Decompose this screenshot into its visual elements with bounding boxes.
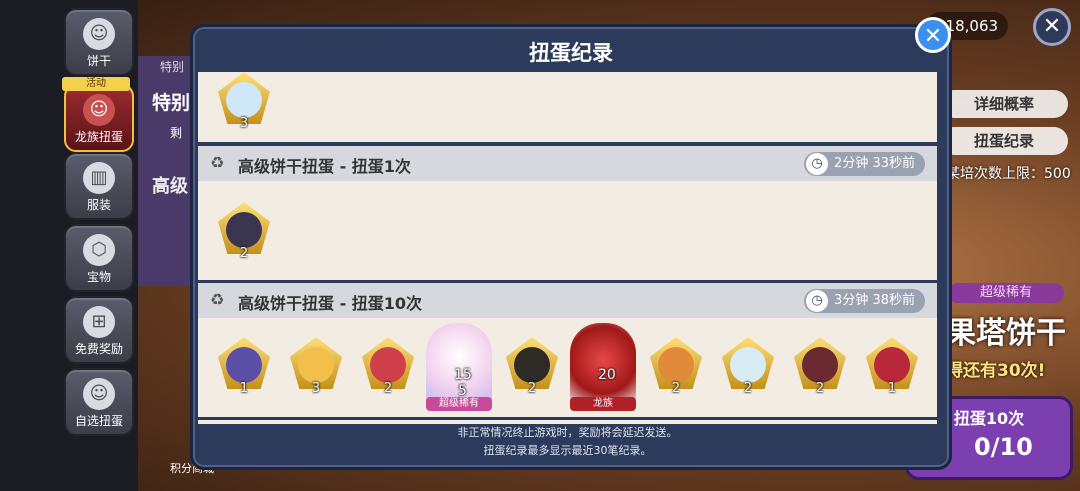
time-text: 2分钟 33秒前 [834, 156, 915, 171]
gift-icon: ⊞ [83, 306, 115, 338]
modal-title: 扭蛋纪录 [529, 41, 613, 65]
cookie-count: 2 [815, 381, 825, 396]
cookie-count: 2 [239, 246, 249, 261]
cookie-face [874, 347, 910, 383]
cookie-count: 20 [598, 367, 616, 383]
clock-icon: ◷ [806, 153, 829, 175]
cookie-item: 1 [866, 337, 918, 396]
record-card: 3 [198, 72, 937, 142]
record-header: ♻ 高级饼干扭蛋 - 扭蛋10次 ◷ 3分钟 38秒前 [198, 283, 937, 318]
super-rare-cookie-item: 15 5 超级稀有 [426, 323, 492, 411]
nav-cookie[interactable]: ☺ 饼干 [64, 8, 134, 76]
side-text-4: 高级 [152, 176, 188, 197]
time-badge: ◷ 2分钟 33秒前 [804, 152, 925, 176]
record-title: 高级饼干扭蛋 - 扭蛋1次 [238, 157, 411, 176]
cookie-count: 2 [383, 381, 393, 396]
cookie-item: 2 [362, 337, 414, 396]
time-badge: ◷ 3分钟 38秒前 [804, 289, 925, 313]
cookie-item: 2 [794, 337, 846, 396]
rarity-badge: 龙族 [570, 397, 636, 411]
cookie-count: 2 [671, 381, 681, 396]
cookie-face [658, 347, 694, 383]
cookie-face-icon: ☺ [83, 18, 115, 50]
side-text-2: 特别 [152, 92, 191, 114]
gacha-icon: ♻ [210, 153, 225, 172]
cookie-count: 1 [887, 381, 897, 396]
cookie-face-icon: ☺ [83, 378, 115, 410]
dragon-icon: ☺ [83, 94, 115, 126]
cookie-face [298, 347, 334, 383]
rarity-badge: 超级稀有 [426, 397, 492, 411]
cookie-item: 3 [290, 337, 342, 396]
shirt-icon: ▥ [83, 162, 115, 194]
footer-note-1: 非正常情况终止游戏时，奖励将会延迟发送。 [457, 426, 678, 439]
cookie-face [370, 347, 406, 383]
record-header: ♻ 高级饼干扭蛋 - 扭蛋1次 ◷ 2分钟 33秒前 [198, 146, 937, 181]
cookie-art [570, 323, 636, 405]
record-title: 高级饼干扭蛋 - 扭蛋10次 [238, 294, 423, 313]
cookie-face [730, 347, 766, 383]
gacha-record-button[interactable]: 扭蛋纪录 [940, 127, 1068, 155]
cookie-face [226, 82, 262, 118]
hexagon-icon: ⬡ [83, 234, 115, 266]
gacha-10-count: 0/10 [974, 433, 1033, 461]
nav-dragon-gacha[interactable]: ☺ 龙族扭蛋 [64, 84, 134, 152]
record-card: ♻ 高级饼干扭蛋 - 扭蛋10次 ◷ 3分钟 38秒前 1 3 2 15 5 超… [198, 283, 937, 417]
cookie-count: 2 [743, 381, 753, 396]
cookie-item: 2 [650, 337, 702, 396]
nav-treasure[interactable]: ⬡ 宝物 [64, 224, 134, 292]
modal-footer: 非正常情况终止游戏时，奖励将会延迟发送。 扭蛋纪录最多显示最近30笔纪录。 [198, 424, 937, 464]
cookie-face [226, 212, 262, 248]
cookie-face [802, 347, 838, 383]
record-list[interactable]: 3 ♻ 高级饼干扭蛋 - 扭蛋1次 ◷ 2分钟 33秒前 2 ♻ 高级饼干扭蛋 … [198, 72, 937, 424]
footer-note-2: 扭蛋纪录最多显示最近30笔纪录。 [483, 444, 652, 457]
time-text: 3分钟 38秒前 [834, 293, 915, 308]
cookie-item: 1 [218, 337, 270, 396]
modal-close-button[interactable]: ✕ [915, 17, 951, 53]
cookie-count: 1 [239, 381, 249, 396]
clock-icon: ◷ [806, 290, 829, 312]
cookie-item: 2 [218, 202, 270, 261]
nav-costume[interactable]: ▥ 服装 [64, 152, 134, 220]
side-text-1: 特别 [160, 60, 185, 74]
detail-prob-button[interactable]: 详细概率 [940, 90, 1068, 118]
headline: 果塔饼干 [946, 316, 1066, 351]
event-tag: 活动 [62, 77, 130, 91]
record-card: ♻ 高级饼干扭蛋 - 扭蛋1次 ◷ 2分钟 33秒前 2 [198, 146, 937, 280]
limit-text: 某培次数上限：500 [946, 166, 1071, 182]
gacha-icon: ♻ [210, 290, 225, 309]
side-text-3: 剩 [170, 126, 183, 140]
cookie-count: 3 [239, 116, 249, 131]
cookie-count: 15 [454, 367, 472, 383]
cookie-face [514, 347, 550, 383]
screen-close-button[interactable]: ✕ [1033, 8, 1071, 46]
dragon-cookie-item: 20 龙族 [570, 323, 636, 411]
cookie-face [226, 347, 262, 383]
cookie-item: 3 [218, 72, 270, 131]
nav-custom-gacha[interactable]: ☺ 自选扭蛋 [64, 368, 134, 436]
cookie-count: 3 [311, 381, 321, 396]
cookie-item: 2 [722, 337, 774, 396]
cookie-item: 2 [506, 337, 558, 396]
nav-free-reward[interactable]: ⊞ 免费奖励 [64, 296, 134, 364]
cookie-count: 2 [527, 381, 537, 396]
remaining-text: 得还有30次! [946, 361, 1046, 381]
rarity-badge: 超级稀有 [948, 283, 1064, 303]
